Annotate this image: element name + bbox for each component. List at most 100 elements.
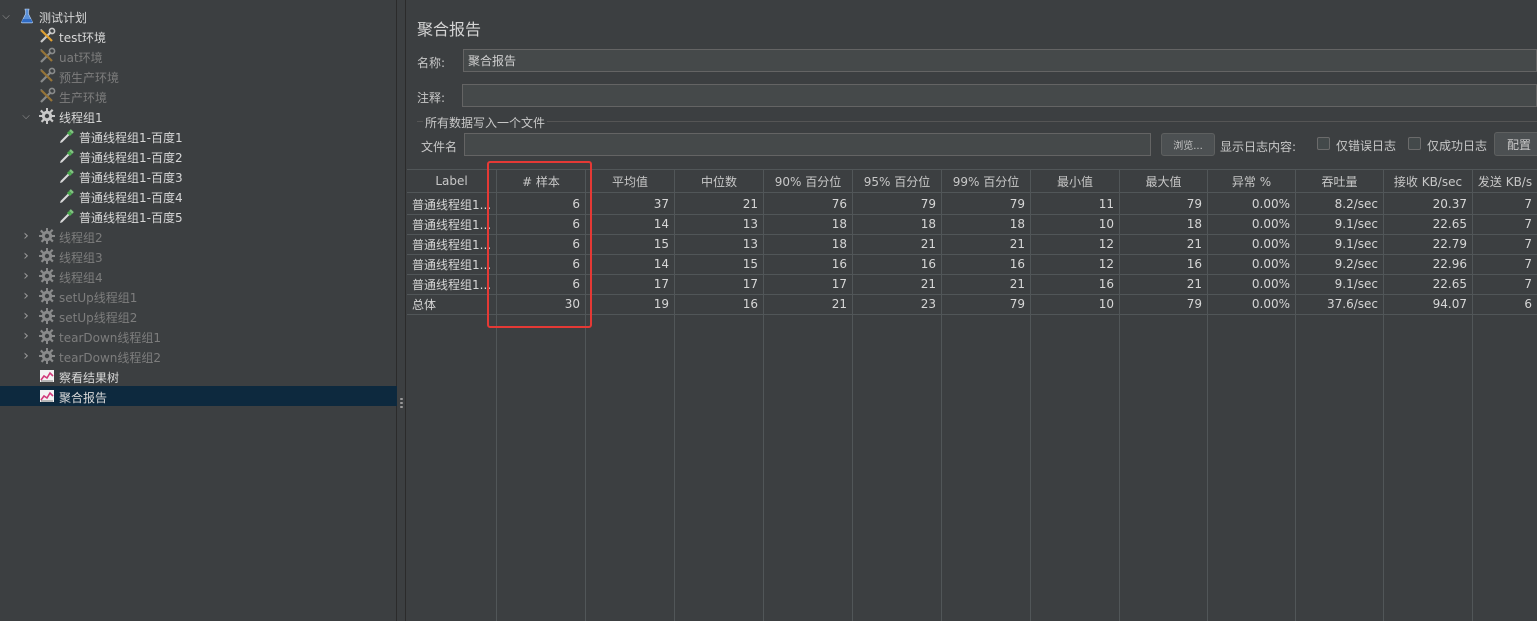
table-cell-samples[interactable]: 6	[497, 234, 585, 254]
browse-button[interactable]: 浏览...	[1161, 133, 1215, 156]
column-header-min[interactable]: 最小值	[1031, 169, 1119, 193]
table-cell-received-kb[interactable]: 22.65	[1384, 214, 1472, 234]
table-cell-error-pct[interactable]: 0.00%	[1208, 214, 1295, 234]
table-cell-average[interactable]: 19	[586, 294, 674, 314]
table-cell-max[interactable]: 18	[1120, 214, 1207, 234]
tree-item[interactable]: › 线程组4	[0, 266, 397, 286]
table-cell-label[interactable]: 总体	[407, 294, 496, 314]
table-cell-median[interactable]: 17	[675, 274, 763, 294]
table-cell-p99[interactable]: 18	[942, 214, 1030, 234]
table-cell-median[interactable]: 13	[675, 214, 763, 234]
table-cell-label[interactable]: 普通线程组1...	[407, 274, 496, 294]
column-header-received-kb[interactable]: 接收 KB/sec	[1384, 169, 1472, 193]
tree-item[interactable]: 聚合报告	[0, 386, 397, 406]
tree-item[interactable]: › tearDown线程组2	[0, 346, 397, 366]
table-cell-p99[interactable]: 79	[942, 194, 1030, 214]
column-header-p99[interactable]: 99% 百分位	[942, 169, 1030, 193]
table-cell-received-kb[interactable]: 22.65	[1384, 274, 1472, 294]
column-header-average[interactable]: 平均值	[586, 169, 674, 193]
tree-item[interactable]: 预生产环境	[0, 66, 397, 86]
table-cell-average[interactable]: 14	[586, 254, 674, 274]
collapse-arrow-icon[interactable]: ›	[20, 308, 32, 324]
comment-input[interactable]	[462, 84, 1537, 107]
column-header-samples[interactable]: # 样本	[497, 169, 585, 193]
table-cell-p90[interactable]: 18	[764, 234, 852, 254]
table-cell-min[interactable]: 11	[1031, 194, 1119, 214]
tree-item[interactable]: 普通线程组1-百度1	[0, 126, 397, 146]
column-header-error-pct[interactable]: 异常 %	[1208, 169, 1295, 193]
column-header-throughput[interactable]: 吞吐量	[1296, 169, 1383, 193]
table-cell-min[interactable]: 16	[1031, 274, 1119, 294]
tree-item[interactable]: › 线程组3	[0, 246, 397, 266]
table-cell-p95[interactable]: 23	[853, 294, 941, 314]
table-cell-throughput[interactable]: 9.2/sec	[1296, 254, 1383, 274]
test-plan-tree[interactable]: ⌵ 测试计划 test环境 uat环境 预生产环境 生产环境 ⌵ 线程组1 普通线程组1-百度1…	[0, 0, 397, 621]
table-cell-p90[interactable]: 21	[764, 294, 852, 314]
configure-button[interactable]: 配置	[1494, 132, 1537, 156]
table-cell-samples[interactable]: 6	[497, 254, 585, 274]
table-cell-median[interactable]: 16	[675, 294, 763, 314]
filename-input[interactable]	[464, 133, 1151, 156]
table-cell-min[interactable]: 12	[1031, 254, 1119, 274]
table-cell-max[interactable]: 79	[1120, 294, 1207, 314]
table-cell-median[interactable]: 13	[675, 234, 763, 254]
table-cell-p99[interactable]: 21	[942, 234, 1030, 254]
collapse-arrow-icon[interactable]: ›	[20, 228, 32, 244]
tree-item[interactable]: 普通线程组1-百度2	[0, 146, 397, 166]
tree-item[interactable]: 察看结果树	[0, 366, 397, 386]
column-header-sent-kb[interactable]: 发送 KB/s	[1473, 169, 1537, 193]
table-cell-throughput[interactable]: 8.2/sec	[1296, 194, 1383, 214]
table-cell-max[interactable]: 21	[1120, 274, 1207, 294]
table-cell-p90[interactable]: 17	[764, 274, 852, 294]
table-cell-label[interactable]: 普通线程组1...	[407, 254, 496, 274]
tree-item[interactable]: ⌵ 测试计划	[0, 6, 397, 26]
table-cell-error-pct[interactable]: 0.00%	[1208, 194, 1295, 214]
table-cell-label[interactable]: 普通线程组1...	[407, 194, 496, 214]
column-header-p90[interactable]: 90% 百分位	[764, 169, 852, 193]
tree-item[interactable]: 普通线程组1-百度4	[0, 186, 397, 206]
tree-item[interactable]: uat环境	[0, 46, 397, 66]
table-cell-sent-kb[interactable]: 7	[1473, 214, 1537, 234]
table-cell-min[interactable]: 12	[1031, 234, 1119, 254]
table-cell-p90[interactable]: 18	[764, 214, 852, 234]
collapse-arrow-icon[interactable]: ›	[20, 248, 32, 264]
collapse-arrow-icon[interactable]: ›	[20, 288, 32, 304]
table-cell-received-kb[interactable]: 22.79	[1384, 234, 1472, 254]
table-cell-throughput[interactable]: 9.1/sec	[1296, 234, 1383, 254]
table-cell-min[interactable]: 10	[1031, 214, 1119, 234]
column-header-p95[interactable]: 95% 百分位	[853, 169, 941, 193]
table-cell-median[interactable]: 15	[675, 254, 763, 274]
table-cell-received-kb[interactable]: 94.07	[1384, 294, 1472, 314]
table-cell-p95[interactable]: 79	[853, 194, 941, 214]
collapse-arrow-icon[interactable]: ›	[20, 348, 32, 364]
table-cell-median[interactable]: 21	[675, 194, 763, 214]
collapse-arrow-icon[interactable]: ›	[20, 328, 32, 344]
table-cell-throughput[interactable]: 37.6/sec	[1296, 294, 1383, 314]
table-cell-sent-kb[interactable]: 7	[1473, 194, 1537, 214]
name-input[interactable]	[463, 49, 1537, 72]
table-cell-sent-kb[interactable]: 7	[1473, 234, 1537, 254]
table-cell-throughput[interactable]: 9.1/sec	[1296, 274, 1383, 294]
table-cell-p95[interactable]: 21	[853, 274, 941, 294]
table-cell-max[interactable]: 79	[1120, 194, 1207, 214]
table-cell-max[interactable]: 16	[1120, 254, 1207, 274]
tree-item[interactable]: › setUp线程组2	[0, 306, 397, 326]
table-cell-p95[interactable]: 16	[853, 254, 941, 274]
table-cell-label[interactable]: 普通线程组1...	[407, 214, 496, 234]
tree-item[interactable]: 普通线程组1-百度5	[0, 206, 397, 226]
table-cell-p95[interactable]: 18	[853, 214, 941, 234]
table-cell-average[interactable]: 15	[586, 234, 674, 254]
table-cell-error-pct[interactable]: 0.00%	[1208, 274, 1295, 294]
table-cell-p90[interactable]: 16	[764, 254, 852, 274]
table-cell-p95[interactable]: 21	[853, 234, 941, 254]
tree-item[interactable]: test环境	[0, 26, 397, 46]
column-header-median[interactable]: 中位数	[675, 169, 763, 193]
collapse-arrow-icon[interactable]: ›	[20, 268, 32, 284]
tree-item[interactable]: ⌵ 线程组1	[0, 106, 397, 126]
table-cell-p99[interactable]: 16	[942, 254, 1030, 274]
tree-item[interactable]: 生产环境	[0, 86, 397, 106]
table-cell-sent-kb[interactable]: 7	[1473, 254, 1537, 274]
tree-item[interactable]: › 线程组2	[0, 226, 397, 246]
aggregate-report-table[interactable]: Label # 样本 平均值 中位数 90% 百分位 95% 百分位 99% 百分位 最小值最…	[407, 169, 1537, 621]
pane-splitter[interactable]	[398, 0, 406, 621]
